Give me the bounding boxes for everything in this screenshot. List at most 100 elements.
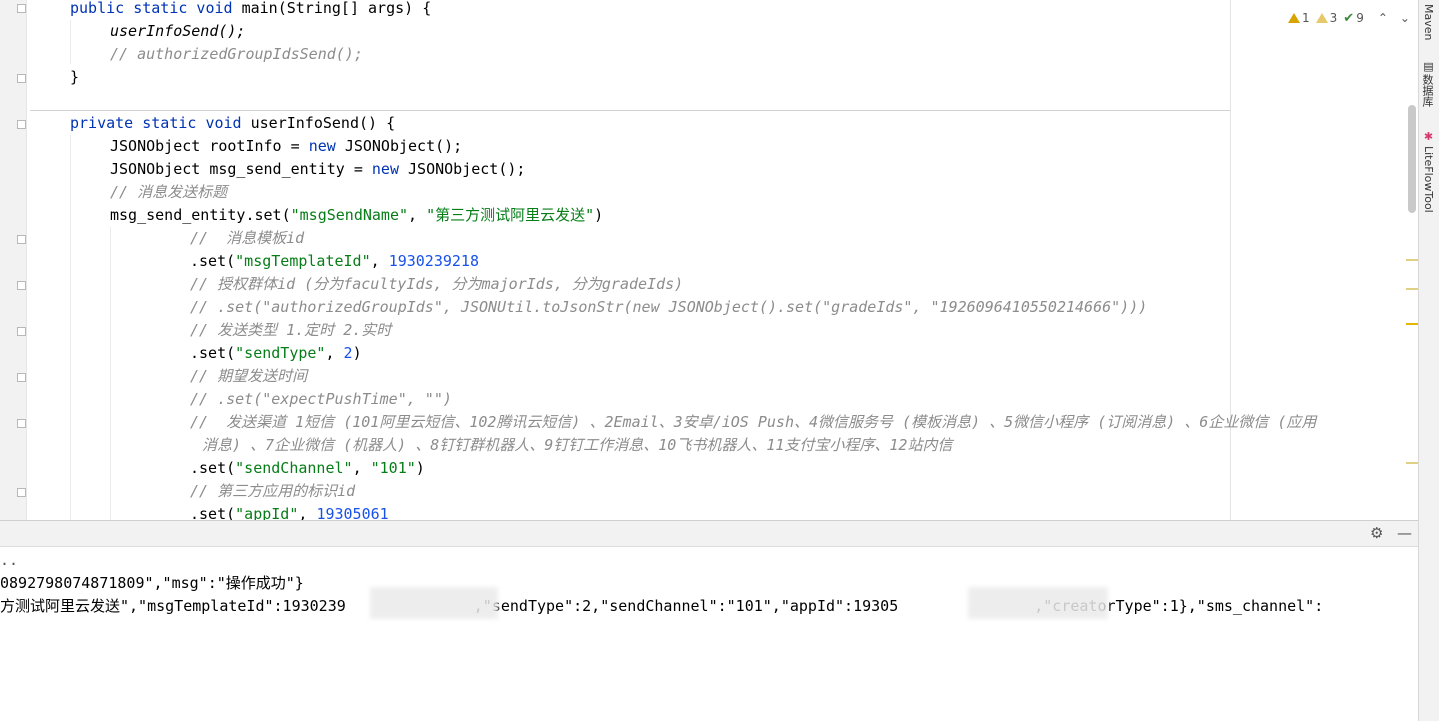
code-comment[interactable]: // 消息发送标题 bbox=[110, 181, 227, 204]
code-line[interactable]: JSONObject rootInfo = new JSONObject(); bbox=[110, 135, 462, 158]
code-line[interactable]: } bbox=[70, 66, 79, 89]
number-literal: 19305061 bbox=[316, 505, 389, 520]
code-comment[interactable]: 消息) 、7企业微信 (机器人) 、8钉钉群机器人、9钉钉工作消息、10飞书机器… bbox=[202, 434, 952, 457]
tab-database[interactable]: 数据库 bbox=[1421, 74, 1435, 107]
code-comment[interactable]: // .set("authorizedGroupIds", JSONUtil.t… bbox=[190, 296, 1147, 319]
method-name: userInfoSend() { bbox=[250, 114, 396, 132]
tab-liteflowtool[interactable]: LiteFlowTool bbox=[1421, 146, 1435, 213]
fold-marker[interactable] bbox=[17, 488, 26, 497]
stripe-mark[interactable] bbox=[1406, 288, 1418, 290]
code-text: .set( bbox=[190, 505, 236, 520]
string-literal: "sendChannel" bbox=[235, 459, 353, 477]
code-text: ) bbox=[415, 459, 425, 477]
fold-marker[interactable] bbox=[17, 419, 26, 428]
code-text: ) bbox=[594, 206, 604, 224]
indent-guide bbox=[110, 227, 111, 520]
console-output[interactable]: .. 0892798074871809","msg":"操作成功"} 方测试阿里… bbox=[0, 547, 1418, 721]
string-literal: "sendType" bbox=[235, 344, 326, 362]
editor-scrollbar-thumb[interactable] bbox=[1408, 105, 1416, 213]
code-text: .set( bbox=[190, 252, 236, 270]
code-text: , bbox=[352, 459, 362, 477]
keyword: new bbox=[308, 137, 336, 155]
code-comment[interactable]: // 消息模板id bbox=[190, 227, 304, 250]
right-tool-strip bbox=[1418, 0, 1439, 721]
weak-warnings-indicator[interactable]: 3 bbox=[1315, 11, 1338, 25]
typos-count: 9 bbox=[1356, 11, 1364, 25]
code-text: .set( bbox=[190, 459, 236, 477]
indent-guide bbox=[70, 20, 71, 64]
code-text: JSONObject msg_send_entity = bbox=[110, 160, 363, 178]
code-text: JSONObject rootInfo = bbox=[110, 137, 300, 155]
redacted-area bbox=[968, 587, 1108, 619]
right-margin-line bbox=[1230, 0, 1231, 520]
code-line[interactable]: .set("msgTemplateId", 1930239218 bbox=[190, 250, 479, 273]
code-line[interactable]: .set("sendType", 2) bbox=[190, 342, 362, 365]
code-text: JSONObject(); bbox=[408, 160, 526, 178]
code-text: , bbox=[370, 252, 380, 270]
warnings-indicator[interactable]: 1 bbox=[1288, 11, 1310, 25]
warnings-count: 1 bbox=[1302, 11, 1310, 25]
fold-marker[interactable] bbox=[17, 373, 26, 382]
string-literal: "appId" bbox=[235, 505, 299, 520]
keyword: public static void bbox=[70, 0, 233, 17]
prev-highlight-icon[interactable]: ⌃ bbox=[1378, 11, 1388, 25]
fold-marker[interactable] bbox=[17, 74, 26, 83]
redacted-area bbox=[412, 500, 566, 520]
inspection-widget[interactable]: 1 3 ✔ 9 ⌃ ⌄ bbox=[1288, 10, 1410, 26]
warning-icon bbox=[1288, 13, 1300, 23]
code-text: , bbox=[325, 344, 335, 362]
keyword: private static void bbox=[70, 114, 242, 132]
code-comment[interactable]: // .set("expectPushTime", "") bbox=[190, 388, 452, 411]
typo-check-icon: ✔ bbox=[1343, 10, 1355, 26]
stripe-mark[interactable] bbox=[1406, 259, 1418, 261]
redacted-area bbox=[370, 587, 498, 619]
minimize-icon[interactable]: — bbox=[1397, 524, 1412, 542]
code-text: , bbox=[408, 206, 418, 224]
string-literal: "第三方测试阿里云发送" bbox=[426, 206, 595, 224]
console-line: 方测试阿里云发送","msgTemplateId":1930239 ,"sendT… bbox=[0, 595, 1323, 618]
weak-warning-icon bbox=[1315, 13, 1328, 23]
stripe-mark[interactable] bbox=[1406, 462, 1418, 464]
console-text: 方测试阿里云发送","msgTemplateId":1930239 bbox=[0, 597, 346, 615]
method-separator bbox=[30, 110, 1230, 111]
console-line: .. bbox=[0, 551, 19, 569]
code-line[interactable]: public static void main(String[] args) { bbox=[70, 0, 431, 20]
code-line[interactable]: JSONObject msg_send_entity = new JSONObj… bbox=[110, 158, 525, 181]
code-comment[interactable]: // 第三方应用的标识id bbox=[190, 480, 355, 503]
run-tool-window-header: ⚙ — bbox=[0, 520, 1418, 547]
indent-guide bbox=[70, 135, 71, 520]
number-literal: 1930239218 bbox=[388, 252, 479, 270]
fold-marker[interactable] bbox=[17, 4, 26, 13]
gear-icon[interactable]: ⚙ bbox=[1370, 524, 1383, 542]
code-text: ) bbox=[352, 344, 362, 362]
fold-marker[interactable] bbox=[17, 327, 26, 336]
code-line[interactable]: private static void userInfoSend() { bbox=[70, 112, 395, 135]
string-literal: "msgSendName" bbox=[290, 206, 409, 224]
code-line[interactable]: msg_send_entity.set("msgSendName", "第三方测… bbox=[110, 204, 603, 227]
stripe-mark[interactable] bbox=[1406, 323, 1418, 325]
code-text: , bbox=[298, 505, 308, 520]
number-literal: 2 bbox=[343, 344, 353, 362]
typos-indicator[interactable]: ✔ 9 bbox=[1343, 11, 1364, 26]
code-text: JSONObject(); bbox=[344, 137, 463, 155]
code-text: .set( bbox=[190, 344, 236, 362]
code-comment[interactable]: // 发送类型 1.定时 2.实时 bbox=[190, 319, 391, 342]
code-comment[interactable]: // 授权群体id (分为facultyIds, 分为majorIds, 分为g… bbox=[190, 273, 683, 296]
method-call: userInfoSend(); bbox=[110, 22, 246, 40]
fold-marker[interactable] bbox=[17, 120, 26, 129]
weak-warnings-count: 3 bbox=[1329, 11, 1338, 25]
code-line[interactable]: userInfoSend(); bbox=[110, 20, 245, 43]
code-comment[interactable]: // 期望发送时间 bbox=[190, 365, 307, 388]
tab-maven[interactable]: Maven bbox=[1421, 4, 1435, 40]
code-comment[interactable]: // 发送渠道 1短信 (101阿里云短信、102腾讯云短信) 、2Email、… bbox=[190, 411, 1390, 434]
code-text: msg_send_entity.set( bbox=[110, 206, 291, 224]
code-line[interactable]: .set("sendChannel", "101") bbox=[190, 457, 425, 480]
fold-marker[interactable] bbox=[17, 235, 26, 244]
fold-marker[interactable] bbox=[17, 281, 26, 290]
code-text: main(String[] args) { bbox=[241, 0, 432, 17]
code-line[interactable]: .set("appId", 19305061 bbox=[190, 503, 389, 520]
console-text: ,"sendType":2,"sendChannel":"101","appId… bbox=[473, 597, 899, 615]
code-comment[interactable]: // authorizedGroupIdsSend(); bbox=[110, 43, 363, 66]
code-editor[interactable]: public static void main(String[] args) {… bbox=[0, 0, 1418, 520]
string-literal: "101" bbox=[370, 459, 416, 477]
